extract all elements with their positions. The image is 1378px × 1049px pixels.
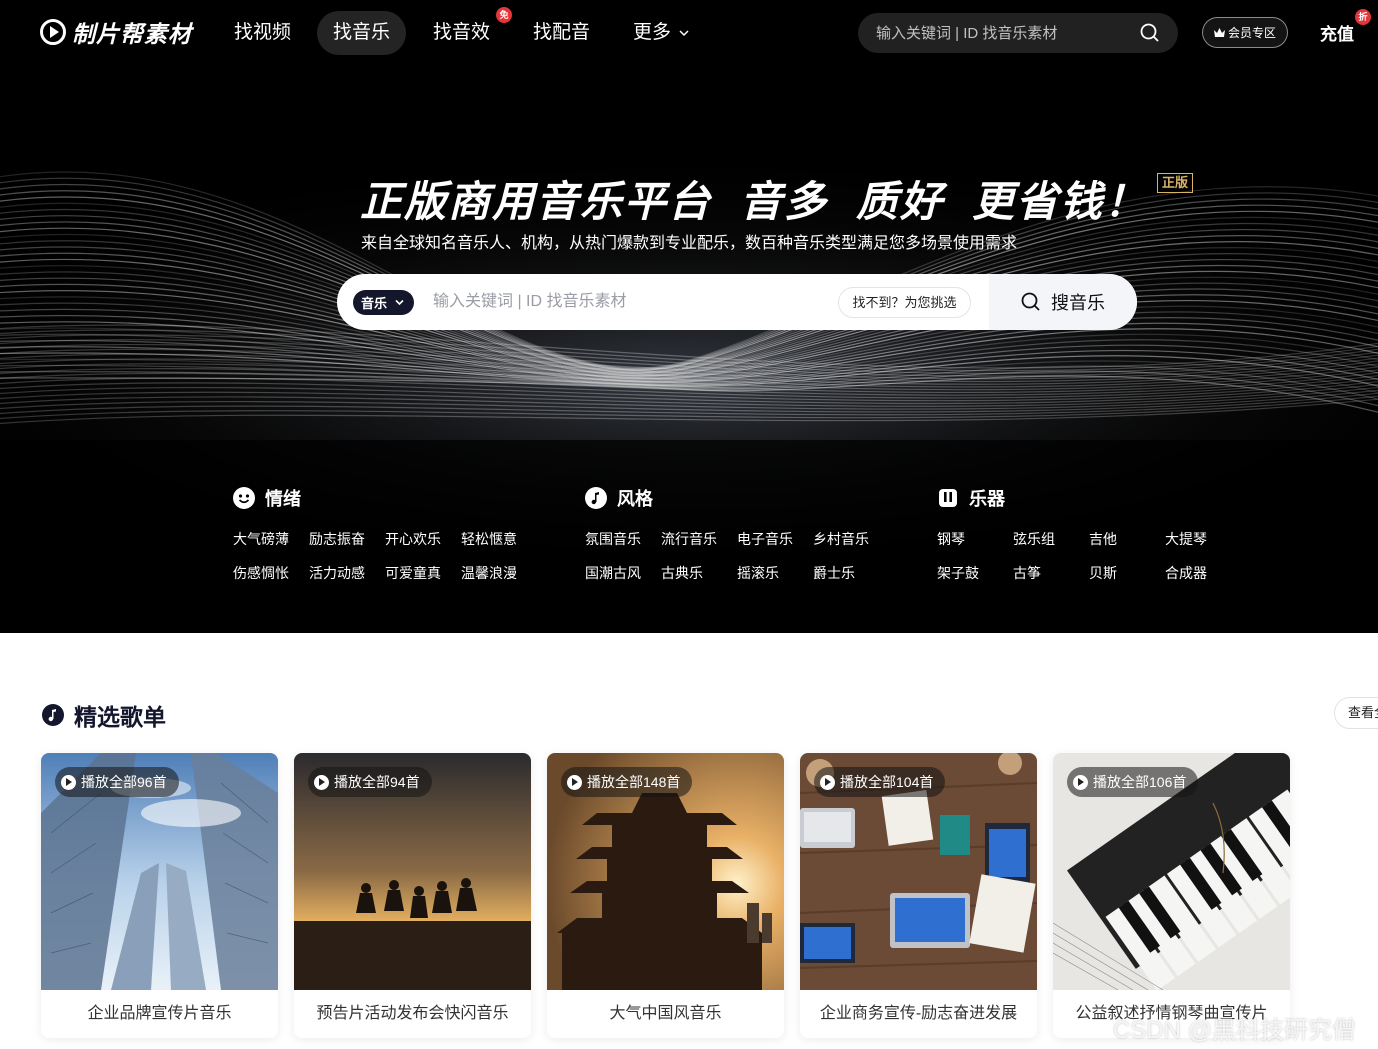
category-tag[interactable]: 温馨浪漫	[461, 563, 517, 583]
category-tag[interactable]: 氛围音乐	[585, 529, 641, 549]
featured-playlists-header: 精选歌单	[42, 698, 166, 732]
playlist-card[interactable]: 播放全部104首 企业商务宣传-励志奋进发展	[800, 753, 1037, 1038]
search-music-button[interactable]: 搜音乐	[989, 274, 1137, 330]
hero-search-bar: 音乐 找不到？为您挑选 搜音乐	[337, 274, 1137, 330]
playlist-name: 企业商务宣传-励志奋进发展	[819, 1005, 1018, 1022]
search-icon	[1021, 292, 1040, 311]
hero-subtitle: 来自全球知名音乐人、机构，从热门爆款到专业配乐，数百种音乐类型满足您多场景使用需…	[361, 235, 1018, 252]
play-all-button[interactable]: 播放全部104首	[814, 767, 946, 797]
hero-search-input[interactable]	[433, 274, 813, 330]
category-tag[interactable]: 活力动感	[309, 563, 365, 583]
playlist-card[interactable]: 播放全部106首 公益叙述抒情钢琴曲宣传片	[1053, 753, 1290, 1038]
play-all-button[interactable]: 播放全部96首	[55, 767, 179, 797]
category-tag[interactable]: 架子鼓	[937, 563, 979, 583]
nav-search-input[interactable]	[876, 13, 1126, 53]
hero-title-part: 更省钱！	[972, 178, 1149, 225]
recharge-link[interactable]: 充值	[1320, 20, 1354, 45]
search-scope-label: 音乐	[361, 296, 388, 311]
play-all-label: 播放全部104首	[840, 774, 934, 790]
play-icon	[567, 774, 582, 790]
play-all-label: 播放全部96首	[81, 774, 167, 790]
nav-more-label: 更多	[633, 22, 672, 43]
crown-icon	[1213, 28, 1225, 37]
genuine-tag: 正版	[1157, 173, 1193, 193]
top-nav: 制片帮素材 找视频 找音乐 找音效 免 找配音 更多 会员专区 充值 折	[0, 0, 1378, 66]
search-scope-dropdown[interactable]: 音乐	[353, 290, 415, 315]
category-tag[interactable]: 合成器	[1165, 563, 1207, 583]
category-tag[interactable]: 大气磅薄	[233, 529, 289, 549]
hero-title-part: 质好	[856, 178, 945, 225]
play-icon	[820, 774, 835, 790]
brand-name: 制片帮素材	[72, 21, 192, 47]
category-tag[interactable]: 电子音乐	[737, 529, 793, 549]
nav-item-music[interactable]: 找音乐	[317, 11, 407, 55]
category-tag[interactable]: 国潮古风	[585, 563, 641, 583]
play-icon	[314, 774, 329, 790]
nav-item-voiceover[interactable]: 找配音	[517, 11, 606, 55]
brand-logo[interactable]: 制片帮素材	[40, 18, 192, 47]
play-icon	[1073, 774, 1088, 790]
play-all-label: 播放全部94首	[334, 774, 420, 790]
play-all-label: 播放全部148首	[587, 774, 681, 790]
hero-title-part: 音多	[740, 178, 829, 225]
category-tag[interactable]: 摇滚乐	[737, 563, 779, 583]
category-title: 情绪	[265, 489, 301, 509]
music-note-icon	[585, 487, 607, 509]
category-instrument: 乐器 钢琴 弦乐组 吉他 大提琴 架子鼓 古筝 贝斯 合成器	[937, 487, 1207, 581]
category-tag[interactable]: 开心欢乐	[385, 529, 441, 549]
pick-for-you-button[interactable]: 找不到？为您挑选	[838, 287, 971, 318]
search-icon[interactable]	[1140, 23, 1160, 43]
category-tag[interactable]: 流行音乐	[661, 529, 717, 549]
category-tag[interactable]: 爵士乐	[813, 563, 855, 583]
category-mood: 情绪 大气磅薄 励志振奋 开心欢乐 轻松惬意 伤感惆怅 活力动感 可爱童真 温馨…	[233, 487, 517, 581]
category-tag[interactable]: 伤感惆怅	[233, 563, 289, 583]
chevron-down-icon	[395, 299, 404, 306]
nav-item-sfx[interactable]: 找音效	[417, 11, 506, 55]
nav-item-video[interactable]: 找视频	[218, 11, 307, 55]
category-tag[interactable]: 古筝	[1013, 563, 1041, 583]
category-tag[interactable]: 吉他	[1089, 529, 1117, 549]
playlist-name: 预告片活动发布会快闪音乐	[316, 1005, 509, 1022]
free-badge: 免	[496, 7, 512, 23]
instrument-icon	[939, 489, 957, 507]
category-tag[interactable]: 钢琴	[937, 529, 965, 549]
chevron-down-icon	[679, 30, 689, 37]
section-title: 精选歌单	[74, 704, 166, 730]
view-all-button[interactable]: 查看全部	[1334, 697, 1378, 729]
play-all-button[interactable]: 播放全部106首	[1067, 767, 1199, 797]
smiley-icon	[233, 487, 255, 509]
category-tag[interactable]: 乡村音乐	[813, 529, 869, 549]
hero-title: 正版商用音乐平台 音多 质好 更省钱！	[360, 168, 1176, 229]
discount-badge: 折	[1355, 9, 1371, 25]
play-all-button[interactable]: 播放全部148首	[561, 767, 693, 797]
search-music-label: 搜音乐	[1051, 293, 1105, 313]
playlist-name: 企业品牌宣传片音乐	[87, 1005, 232, 1022]
category-tag[interactable]: 轻松惬意	[461, 529, 517, 549]
watermark: CSDN @黑科技研究僧	[1113, 1017, 1357, 1044]
playlist-name: 大气中国风音乐	[609, 1005, 722, 1022]
playlist-card[interactable]: 播放全部148首 大气中国风音乐	[547, 753, 784, 1038]
category-tag[interactable]: 贝斯	[1089, 563, 1117, 583]
category-tag[interactable]: 大提琴	[1165, 529, 1207, 549]
play-icon	[61, 774, 76, 790]
category-title: 乐器	[969, 489, 1005, 509]
playlist-card[interactable]: 播放全部96首 企业品牌宣传片音乐	[41, 753, 278, 1038]
vip-zone-label: 会员专区	[1227, 26, 1276, 40]
category-style: 风格 氛围音乐 流行音乐 电子音乐 乡村音乐 国潮古风 古典乐 摇滚乐 爵士乐	[585, 487, 869, 581]
music-note-icon	[42, 704, 64, 726]
playlist-card[interactable]: 播放全部94首 预告片活动发布会快闪音乐	[294, 753, 531, 1038]
play-all-label: 播放全部106首	[1093, 774, 1187, 790]
category-tag[interactable]: 可爱童真	[385, 563, 441, 583]
logo-play-icon	[40, 19, 66, 45]
nav-search-box	[858, 13, 1178, 53]
category-tag[interactable]: 古典乐	[661, 563, 703, 583]
category-tag[interactable]: 弦乐组	[1013, 529, 1055, 549]
category-tag[interactable]: 励志振奋	[309, 529, 365, 549]
category-title: 风格	[617, 489, 653, 509]
play-all-button[interactable]: 播放全部94首	[308, 767, 432, 797]
vip-zone-button[interactable]: 会员专区	[1202, 17, 1288, 48]
hero-title-part: 正版商用音乐平台	[360, 178, 713, 225]
nav-item-more[interactable]: 更多	[617, 11, 705, 55]
